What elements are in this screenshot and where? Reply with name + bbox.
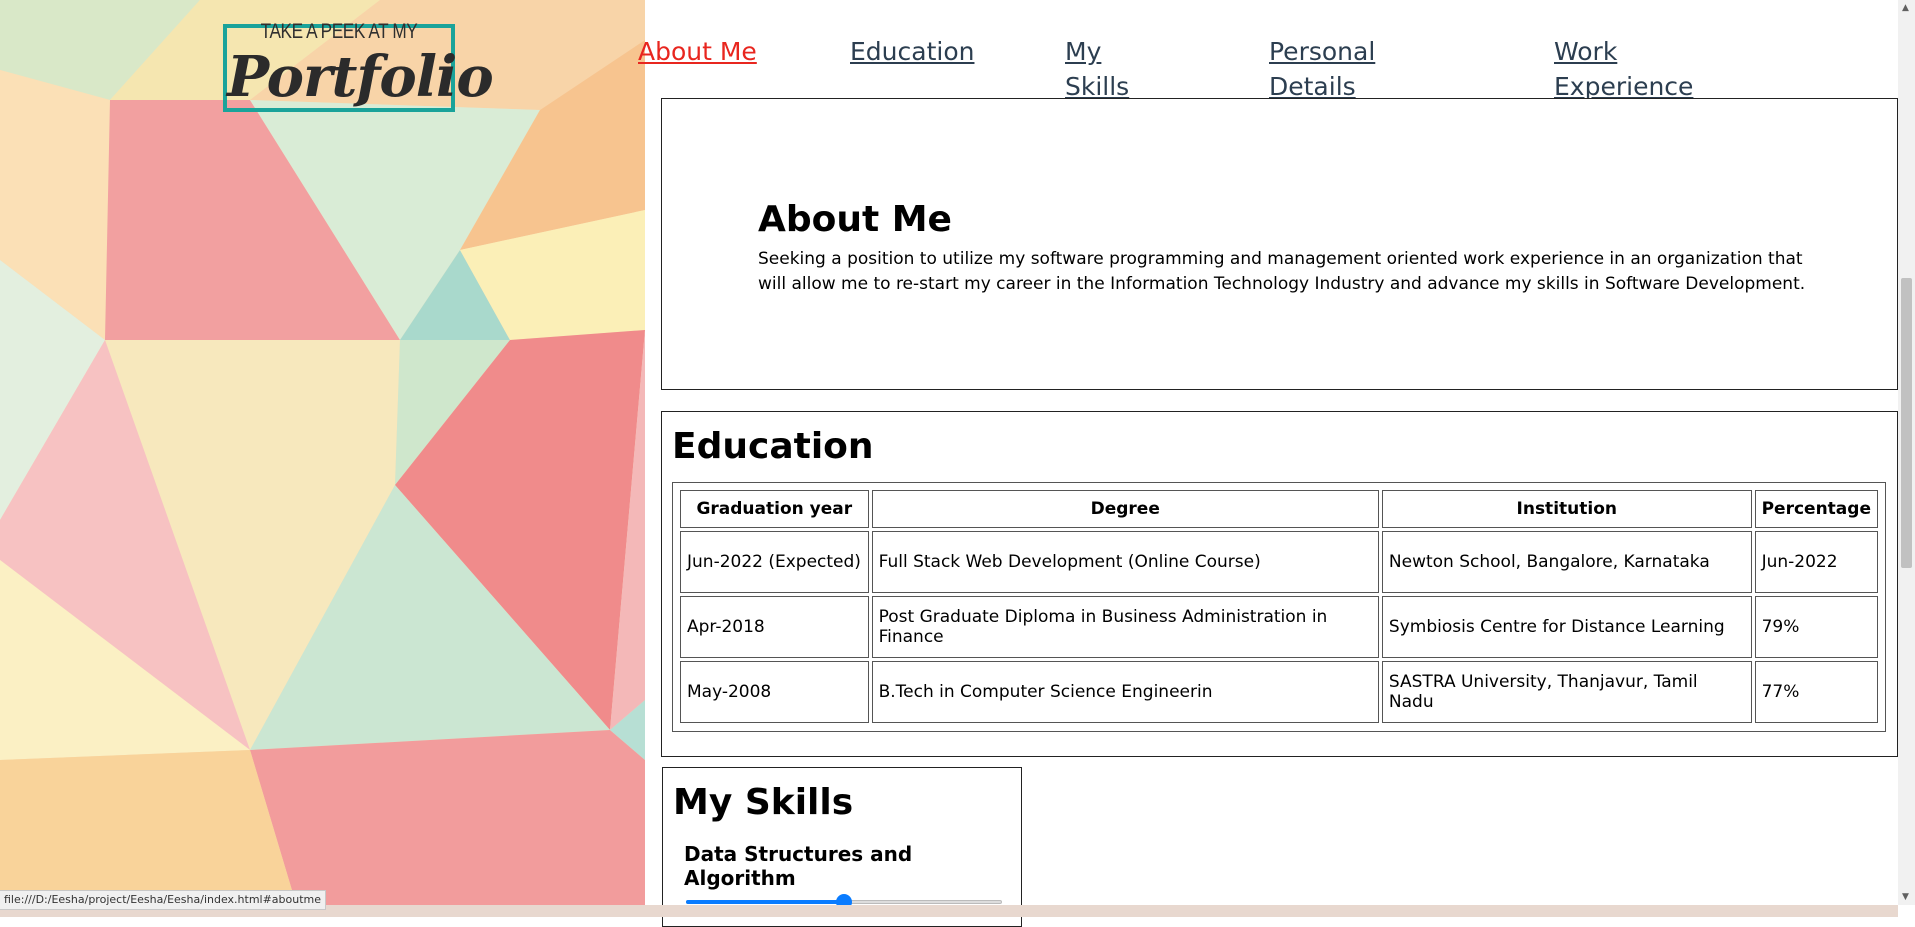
table-header-row: Graduation year Degree Institution Perce… <box>680 490 1878 528</box>
table-row: Jun-2022 (Expected) Full Stack Web Devel… <box>680 531 1878 593</box>
logo-mark: Portfolio <box>227 44 494 110</box>
vertical-scrollbar[interactable]: ▲ ▼ <box>1898 0 1915 905</box>
about-me-section: About Me Seeking a position to utilize m… <box>661 98 1898 390</box>
about-me-text: Seeking a position to utilize my softwar… <box>758 249 1806 294</box>
status-bar-url: file:///D:/Eesha/project/Eesha/Eesha/ind… <box>0 890 327 910</box>
my-skills-section: My Skills Data Structures and Algorithm <box>662 767 1022 927</box>
table-cell: Post Graduate Diploma in Business Admini… <box>871 596 1379 658</box>
table-cell: Jun-2022 <box>1754 531 1878 593</box>
column-header-graduation-year: Graduation year <box>680 490 869 528</box>
table-row: May-2008 B.Tech in Computer Science Engi… <box>680 661 1878 723</box>
nav-link-about-me[interactable]: About Me <box>638 34 758 69</box>
table-cell: SASTRA University, Thanjavur, Tamil Nadu <box>1381 661 1752 723</box>
skill-name: Data Structures and Algorithm <box>684 842 913 890</box>
education-heading: Education <box>672 426 874 467</box>
table-cell: B.Tech in Computer Science Engineerin <box>871 661 1379 723</box>
nav-link-personal-details[interactable]: Personal Details <box>1269 34 1389 104</box>
top-navigation: About Me Education My Skills Personal De… <box>638 34 1898 104</box>
education-table: Graduation year Degree Institution Perce… <box>672 482 1886 732</box>
table-cell: 79% <box>1754 596 1878 658</box>
table-cell: Full Stack Web Development (Online Cours… <box>871 531 1379 593</box>
table-cell: May-2008 <box>680 661 869 723</box>
slider-fill <box>686 900 844 904</box>
logo-tagline: TAKE A PEEK AT MY <box>260 20 418 43</box>
table-cell: Symbiosis Centre for Distance Learning <box>1381 596 1752 658</box>
column-header-degree: Degree <box>871 490 1379 528</box>
scroll-up-icon[interactable]: ▲ <box>1902 3 1909 13</box>
about-me-heading: About Me <box>758 199 952 240</box>
background-pattern: TAKE A PEEK AT MY Portfolio <box>0 0 645 917</box>
table-cell: 77% <box>1754 661 1878 723</box>
table-cell: Jun-2022 (Expected) <box>680 531 869 593</box>
table-cell: Apr-2018 <box>680 596 869 658</box>
education-section: Education Graduation year Degree Institu… <box>661 411 1898 757</box>
scroll-down-icon[interactable]: ▼ <box>1902 892 1909 902</box>
table-row: Apr-2018 Post Graduate Diploma in Busine… <box>680 596 1878 658</box>
scrollbar-thumb[interactable] <box>1901 278 1912 568</box>
nav-link-education[interactable]: Education <box>850 34 974 69</box>
column-header-institution: Institution <box>1381 490 1752 528</box>
column-header-percentage: Percentage <box>1754 490 1878 528</box>
nav-link-my-skills[interactable]: My Skills <box>1065 34 1135 104</box>
portfolio-logo: TAKE A PEEK AT MY Portfolio <box>223 20 494 112</box>
my-skills-heading: My Skills <box>673 782 854 823</box>
table-cell: Newton School, Bangalore, Karnataka <box>1381 531 1752 593</box>
nav-link-work-experience[interactable]: Work Experience <box>1554 34 1704 104</box>
